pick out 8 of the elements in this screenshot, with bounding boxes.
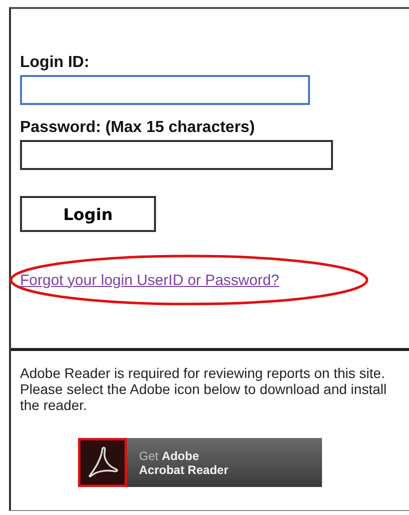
- acrobat-icon: [78, 438, 127, 487]
- input-field[interactable]: [20, 75, 310, 105]
- notice-text: Adobe Reader is required for reviewing reports on this site. Please select the Adobe icon below to download and install the reader.: [20, 365, 388, 413]
- get-reader-badge[interactable]: Get Adobe Acrobat Reader: [78, 438, 322, 487]
- field-label: Login ID:: [20, 54, 90, 72]
- login-button[interactable]: Login: [20, 196, 156, 232]
- input-field[interactable]: [20, 140, 333, 170]
- field-label: Password: (Max 15 characters): [20, 119, 255, 137]
